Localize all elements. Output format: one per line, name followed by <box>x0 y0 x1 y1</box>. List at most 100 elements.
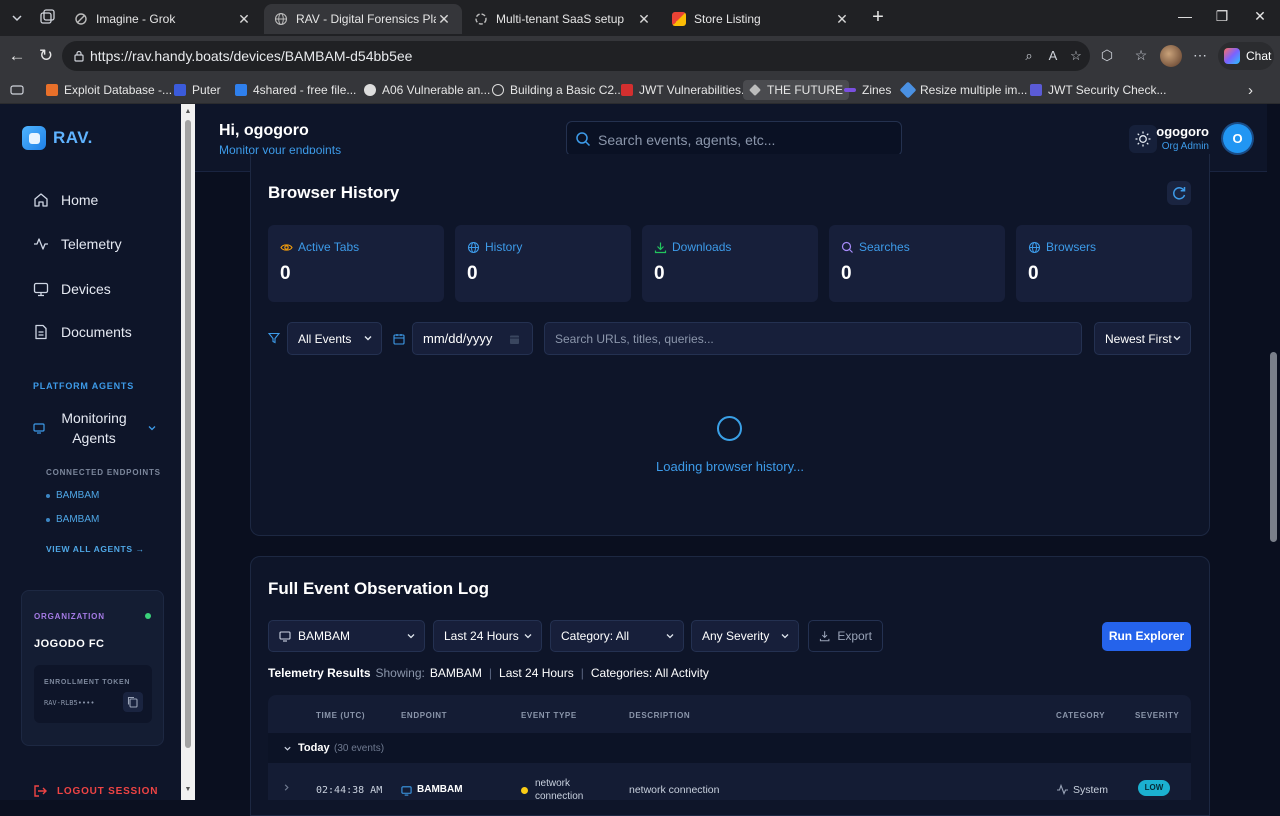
profile-avatar[interactable] <box>1160 45 1182 67</box>
workspaces-icon[interactable] <box>38 8 56 28</box>
time-range-value: Last 24 Hours <box>444 629 519 643</box>
scroll-down-arrow-icon[interactable]: ▼ <box>184 786 192 793</box>
bookmark-item[interactable]: Puter <box>168 80 227 100</box>
more-menu-icon[interactable]: ⋯ <box>1190 45 1210 65</box>
bookmark-label: Building a Basic C2... <box>510 83 625 97</box>
bookmark-label: A06 Vulnerable an... <box>382 83 491 97</box>
close-tab-icon[interactable]: ✕ <box>436 11 452 28</box>
main-scrollbar[interactable] <box>1267 172 1280 800</box>
endpoint-link[interactable]: BAMBAM <box>46 490 99 501</box>
reload-icon[interactable]: ↻ <box>35 45 57 67</box>
site-info-icon[interactable] <box>72 49 86 63</box>
scroll-up-arrow-icon[interactable]: ▲ <box>184 108 192 115</box>
copilot-chat-button[interactable]: Chat <box>1218 42 1274 70</box>
event-type-select[interactable]: All Events <box>287 322 382 355</box>
group-row-today[interactable]: Today (30 events) <box>268 733 1191 763</box>
bookmark-item[interactable]: Exploit Database -... <box>40 80 178 100</box>
globe-icon <box>274 12 288 26</box>
tab-store-listing[interactable]: Store Listing ✕ <box>662 4 860 34</box>
chevron-right-icon[interactable] <box>282 783 291 792</box>
column-header-endpoint[interactable]: ENDPOINT <box>401 711 447 720</box>
stat-header: Downloads <box>654 240 731 254</box>
results-title: Telemetry Results <box>268 666 371 680</box>
tab-rav-platform[interactable]: RAV - Digital Forensics Platform ✕ <box>264 4 462 34</box>
monitoring-agents-toggle[interactable]: Monitoring Agents <box>33 408 163 448</box>
bookmark-item[interactable]: THE FUTURE <box>743 80 849 100</box>
zoom-icon[interactable]: ⌕ <box>1021 48 1037 64</box>
close-tab-icon[interactable]: ✕ <box>834 11 850 28</box>
severity-select[interactable]: Any Severity <box>691 620 799 652</box>
tab-actions-chevron-icon[interactable] <box>6 8 28 28</box>
favorites-icon[interactable]: ☆ <box>1131 45 1151 65</box>
tab-imagine-grok[interactable]: Imagine - Grok ✕ <box>64 4 262 34</box>
url-text[interactable]: https://rav.handy.boats/devices/BAMBAM-d… <box>90 48 412 64</box>
sidebar-item-home[interactable]: Home <box>33 192 98 208</box>
stat-header: Active Tabs <box>280 240 359 254</box>
bookmark-item[interactable]: Building a Basic C2... <box>486 80 630 100</box>
bookmark-item[interactable]: Resize multiple im... <box>896 80 1033 100</box>
bookmark-item[interactable]: Zines <box>838 80 897 100</box>
history-search-input[interactable]: Search URLs, titles, queries... <box>544 322 1082 355</box>
filter-icon <box>268 332 280 344</box>
new-tab-plus-icon[interactable]: + <box>868 7 888 28</box>
window-close-icon[interactable]: ✕ <box>1250 8 1270 28</box>
scrollbar-thumb[interactable] <box>185 120 191 748</box>
category-value: Category: All <box>561 629 630 643</box>
global-search-input[interactable]: Search events, agents, etc... <box>566 121 902 156</box>
sort-select[interactable]: Newest First <box>1094 322 1191 355</box>
view-all-agents-link[interactable]: VIEW ALL AGENTS → <box>46 544 145 554</box>
favorite-star-icon[interactable]: ☆ <box>1068 48 1084 64</box>
back-arrow-icon[interactable]: ← <box>6 45 28 67</box>
sidebar-item-telemetry[interactable]: Telemetry <box>33 236 122 252</box>
column-header-category[interactable]: CATEGORY <box>1056 711 1105 720</box>
run-explorer-button[interactable]: Run Explorer <box>1102 622 1191 651</box>
monitoring-agents-label: Monitoring Agents <box>61 410 127 446</box>
bookmark-item[interactable]: A06 Vulnerable an... <box>358 80 496 100</box>
close-tab-icon[interactable]: ✕ <box>636 11 652 28</box>
endpoint-link[interactable]: BAMBAM <box>46 514 99 525</box>
brand-logo[interactable]: RAV. <box>22 126 93 150</box>
sidebar-scrollbar[interactable]: ▲ ▼ <box>181 104 195 800</box>
zines-icon <box>844 88 856 92</box>
user-avatar[interactable]: O <box>1223 124 1252 153</box>
url-bar[interactable]: https://rav.handy.boats/devices/BAMBAM-d… <box>62 41 1090 71</box>
sidebar-item-devices[interactable]: Devices <box>33 281 111 297</box>
token-value: RAV-RLB5•••• <box>44 699 95 707</box>
sidebar-item-documents[interactable]: Documents <box>33 324 132 340</box>
theme-toggle-button[interactable] <box>1129 125 1157 153</box>
copy-token-button[interactable] <box>123 692 143 712</box>
read-aloud-icon[interactable]: A <box>1045 48 1061 64</box>
token-label: ENROLLMENT TOKEN <box>44 679 131 686</box>
logout-button[interactable]: LOGOUT SESSION <box>33 784 158 798</box>
extensions-icon[interactable]: ⬡ <box>1097 45 1117 65</box>
events-table: TIME (UTC) ENDPOINT EVENT TYPE DESCRIPTI… <box>268 695 1191 800</box>
column-header-time[interactable]: TIME (UTC) <box>316 711 365 720</box>
maximize-icon[interactable]: ❐ <box>1212 8 1232 28</box>
bookmark-item[interactable]: JWT Vulnerabilities... <box>615 80 757 100</box>
refresh-button[interactable] <box>1167 181 1191 205</box>
export-button[interactable]: Export <box>808 620 883 652</box>
showing-time: Last 24 Hours <box>499 666 574 680</box>
category-select[interactable]: Category: All <box>550 620 684 652</box>
tab-multi-tenant[interactable]: Multi-tenant SaaS setup ✕ <box>464 4 662 34</box>
column-header-severity[interactable]: SEVERITY <box>1135 711 1179 720</box>
showing-categories: Categories: All Activity <box>590 666 709 680</box>
chat-label: Chat <box>1246 49 1272 63</box>
bookmark-item[interactable]: JWT Security Check... <box>1024 80 1172 100</box>
bookmark-item[interactable]: 4shared - free file... <box>229 80 362 100</box>
scrollbar-thumb[interactable] <box>1270 352 1277 542</box>
chevron-down-icon <box>148 426 156 431</box>
group-label: Today <box>298 742 330 754</box>
user-name: ogogoro <box>1156 124 1209 139</box>
close-tab-icon[interactable]: ✕ <box>236 11 252 28</box>
date-input[interactable]: mm/dd/yyyy <box>412 322 533 355</box>
date-picker-icon[interactable] <box>509 334 520 345</box>
more-bookmarks-chevron-icon[interactable]: › <box>1242 80 1259 100</box>
column-header-event-type[interactable]: EVENT TYPE <box>521 711 577 720</box>
column-header-description[interactable]: DESCRIPTION <box>629 711 690 720</box>
endpoint-select[interactable]: BAMBAM <box>268 620 425 652</box>
time-range-select[interactable]: Last 24 Hours <box>433 620 542 652</box>
bookmark-collections-icon[interactable] <box>4 80 30 100</box>
tab-title: RAV - Digital Forensics Platform <box>296 12 436 26</box>
minimize-icon[interactable]: — <box>1175 8 1195 28</box>
